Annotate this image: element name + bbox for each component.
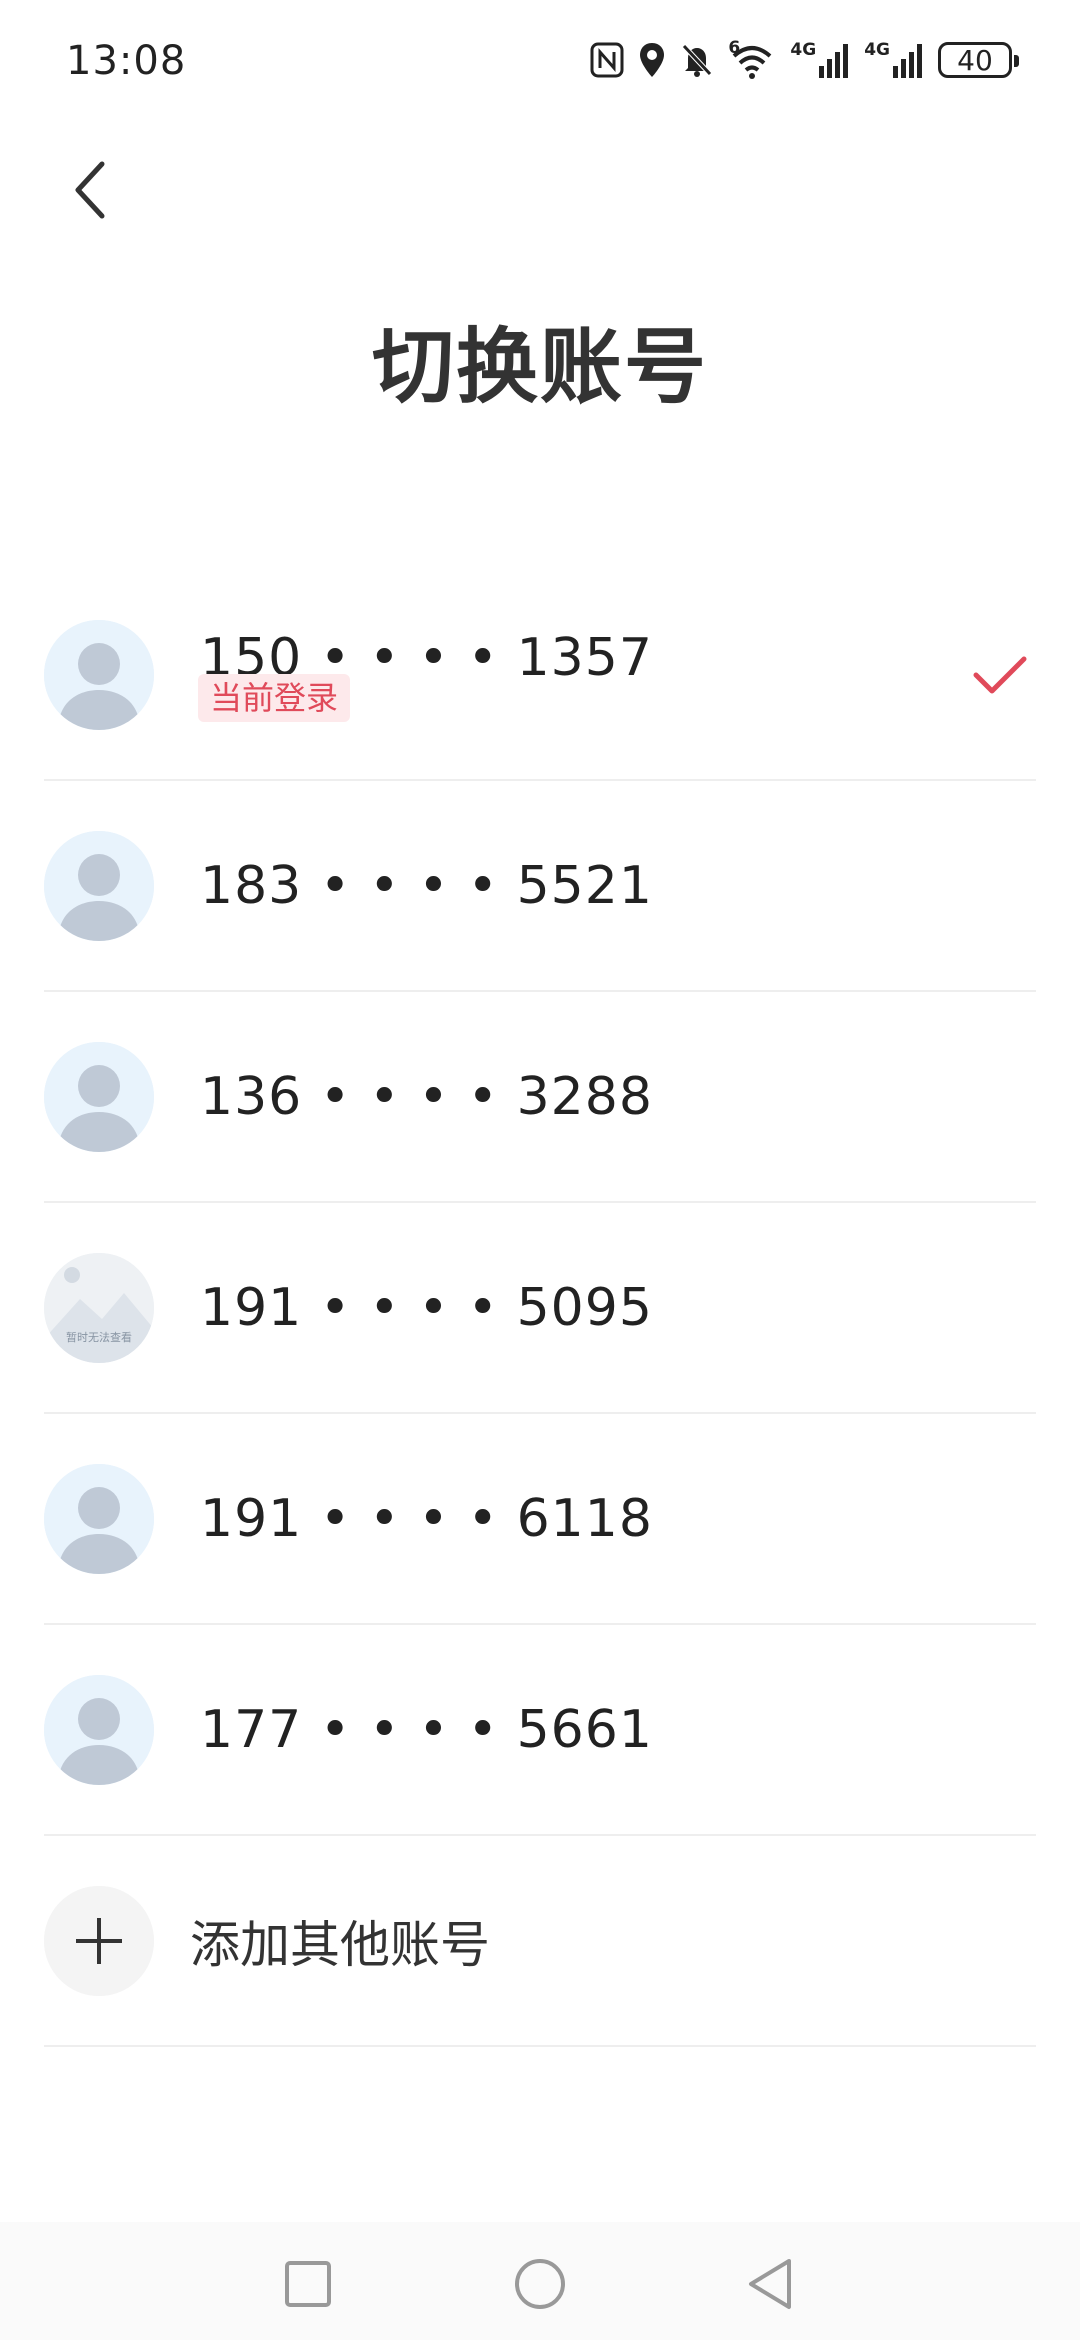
- location-icon: [640, 43, 665, 77]
- cell-signal-2: 4G: [864, 42, 924, 78]
- triangle-back-icon: [749, 2259, 791, 2309]
- battery-icon: 40: [938, 42, 1019, 78]
- current-login-badge: 当前登录: [198, 674, 351, 722]
- account-number: 191 • • • • 6118: [200, 1488, 653, 1549]
- circle-icon: [515, 2259, 565, 2309]
- account-row[interactable]: 177 • • • • 5661: [44, 1625, 1036, 1836]
- account-list: 150 • • • • 1357 当前登录 183 • • • • 5521 1…: [0, 570, 1080, 2047]
- add-account-circle: [44, 1885, 154, 1996]
- wifi-indicator: 6: [728, 40, 776, 80]
- account-row[interactable]: 暂时无法查看 191 • • • • 5095: [44, 1203, 1036, 1414]
- home-button[interactable]: [510, 2254, 570, 2314]
- add-account-button[interactable]: 添加其他账号: [44, 1836, 1036, 2047]
- account-row-current[interactable]: 150 • • • • 1357 当前登录: [44, 570, 1036, 781]
- cell-signal-1: 4G: [790, 42, 850, 78]
- back-button[interactable]: [40, 140, 140, 240]
- network-label-1: 4G: [790, 40, 817, 60]
- page-title: 切换账号: [371, 320, 708, 415]
- default-avatar-icon: [44, 830, 154, 941]
- account-row[interactable]: 191 • • • • 6118: [44, 1414, 1036, 1625]
- check-icon: [973, 656, 1027, 693]
- account-row[interactable]: 183 • • • • 5521: [44, 781, 1036, 992]
- plus-icon: [44, 1885, 154, 1996]
- signal-bars-icon: [893, 44, 922, 78]
- account-number: 136 • • • • 3288: [200, 1066, 653, 1127]
- account-row[interactable]: 136 • • • • 3288: [44, 992, 1036, 1203]
- mute-bell-icon: [682, 44, 713, 77]
- nfc-icon: [590, 42, 624, 78]
- default-avatar-icon: [44, 1041, 154, 1152]
- account-number: 177 • • • • 5661: [200, 1699, 653, 1760]
- recent-apps-button[interactable]: [278, 2254, 338, 2314]
- square-icon: [285, 2261, 331, 2307]
- default-avatar-icon: [44, 1463, 154, 1574]
- default-avatar-icon: [44, 1674, 154, 1785]
- status-time: 13:08: [66, 38, 187, 84]
- battery-level: 40: [957, 43, 993, 77]
- wifi-icon: [733, 46, 772, 79]
- account-number: 191 • • • • 5095: [200, 1277, 653, 1338]
- account-number: 183 • • • • 5521: [200, 855, 653, 916]
- default-avatar-icon: [44, 619, 154, 730]
- network-label-2: 4G: [864, 40, 890, 60]
- status-icons: 6 4G 4G 40: [590, 38, 1019, 82]
- image-placeholder-icon: 暂时无法查看: [44, 1252, 154, 1363]
- navigation-bar: [0, 2222, 1080, 2340]
- add-account-label: 添加其他账号: [190, 1915, 490, 1974]
- chevron-left-icon: [75, 161, 105, 219]
- nav-back-button[interactable]: [740, 2254, 800, 2314]
- avatar-caption: 暂时无法查看: [66, 1330, 132, 1344]
- signal-bars-icon: [819, 44, 849, 78]
- status-bar: 13:08 6 4G 4G 40: [0, 0, 1080, 120]
